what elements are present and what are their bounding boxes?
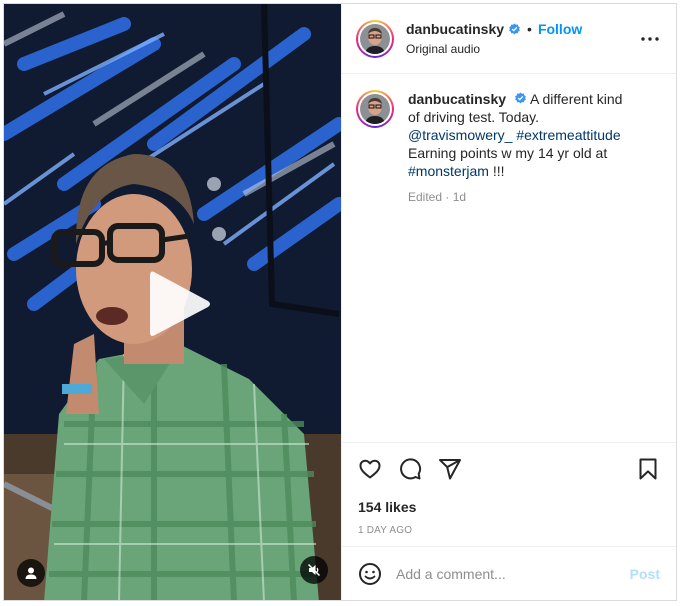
caption-text-2: Earning points w my 14 yr old at [408, 145, 608, 161]
caption: danbucatinsky A different kind of drivin… [356, 90, 662, 206]
post-timestamp[interactable]: 1 DAY AGO [358, 525, 660, 536]
share-icon [439, 459, 461, 480]
action-bar [358, 455, 660, 483]
avatar-image [360, 94, 390, 124]
caption-meta: Edited · 1d [408, 190, 467, 204]
add-comment-bar: Post [342, 546, 676, 600]
tagged-users-button[interactable] [17, 559, 45, 587]
emoji-icon[interactable] [358, 562, 382, 586]
more-options-button[interactable] [638, 27, 662, 51]
original-audio-link[interactable]: Original audio [406, 42, 638, 56]
user-icon [25, 567, 37, 579]
post-side-panel: danbucatinsky • Follow Original audio da… [341, 4, 676, 600]
heart-icon [359, 459, 381, 479]
play-icon [150, 271, 210, 336]
save-button[interactable] [636, 457, 660, 481]
actions-section: 154 likes 1 DAY AGO [342, 442, 676, 546]
caption-text-3: !!! [492, 163, 505, 179]
caption-text: danbucatinsky A different kind of drivin… [408, 90, 636, 206]
likes-count[interactable]: 154 likes [358, 499, 660, 515]
hashtag-link[interactable]: #monsterjam [408, 163, 489, 179]
verified-badge-icon [515, 92, 526, 104]
avatar[interactable] [356, 19, 394, 58]
post-comment-button[interactable]: Post [630, 566, 660, 582]
more-options-icon [641, 36, 659, 41]
separator-dot: • [527, 21, 532, 37]
play-button[interactable] [144, 266, 214, 342]
like-button[interactable] [358, 457, 382, 481]
comments-area: danbucatinsky A different kind of drivin… [342, 74, 676, 442]
hashtag-link[interactable]: #extremeattitude [516, 127, 620, 143]
video-player[interactable] [4, 4, 341, 600]
comment-icon [400, 458, 422, 480]
avatar-image [360, 23, 390, 54]
verified-badge-icon [509, 23, 520, 34]
post-header: danbucatinsky • Follow Original audio [342, 4, 676, 74]
comment-input[interactable] [396, 565, 630, 582]
comment-button[interactable] [398, 457, 422, 481]
header-username[interactable]: danbucatinsky [406, 21, 504, 37]
audio-toggle-button[interactable] [300, 556, 328, 584]
caption-avatar[interactable] [356, 90, 394, 128]
follow-button[interactable]: Follow [538, 21, 582, 37]
share-button[interactable] [438, 457, 462, 481]
speaker-muted-icon [307, 563, 321, 577]
instagram-post: danbucatinsky • Follow Original audio da… [3, 3, 677, 601]
bookmark-icon [639, 458, 657, 480]
caption-username[interactable]: danbucatinsky [408, 91, 506, 107]
mention-link[interactable]: @travismowery_ [408, 127, 512, 143]
